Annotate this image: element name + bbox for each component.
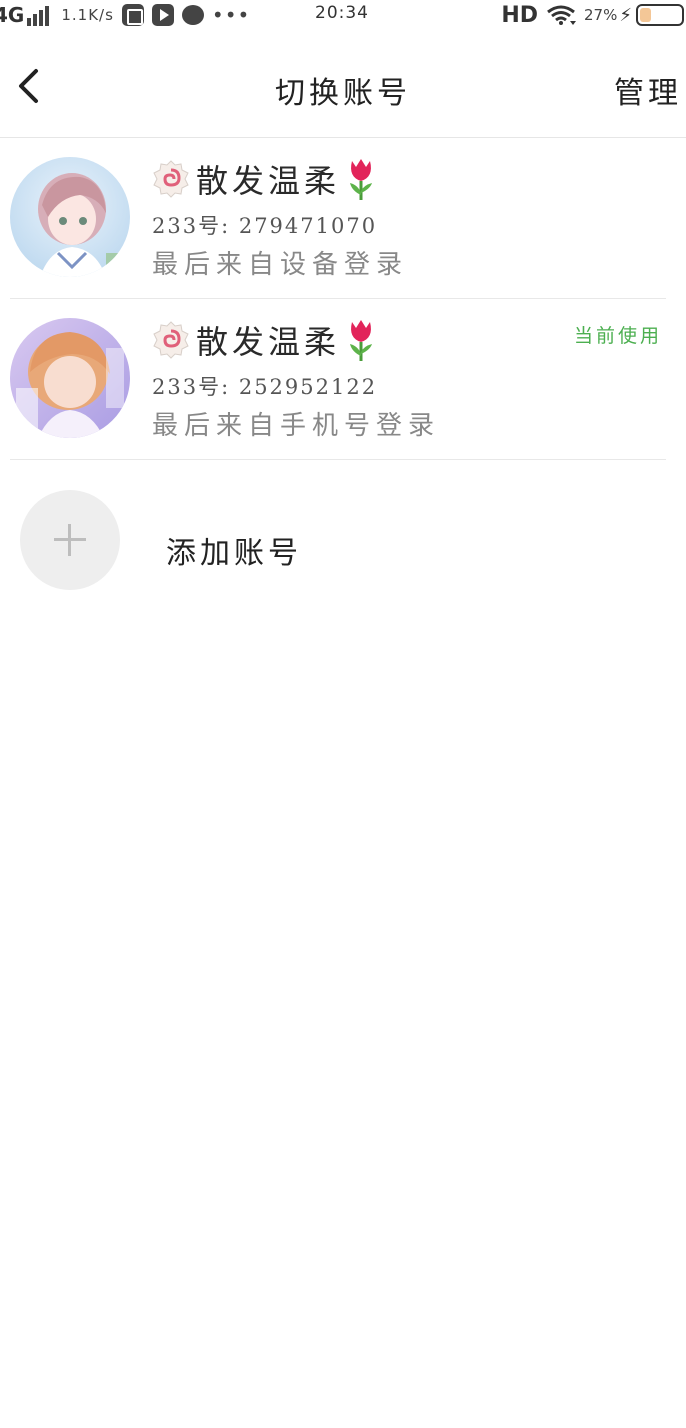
- account-name-text: 散发温柔: [196, 162, 341, 200]
- account-item[interactable]: 散发温柔 233号: 279471070 最后来自设备登录: [10, 138, 666, 299]
- wifi-icon: [547, 5, 577, 25]
- battery-level: [640, 8, 651, 22]
- plus-icon[interactable]: [20, 490, 120, 590]
- media-play-icon: [151, 4, 174, 26]
- battery-percent: 27%: [584, 6, 618, 24]
- tulip-icon: [350, 320, 373, 361]
- network-type: 4G: [0, 3, 25, 27]
- account-name: 散发温柔: [152, 317, 378, 363]
- login-method: 最后来自设备登录: [152, 250, 409, 280]
- status-left: 4G 1.1K/s •••: [0, 2, 250, 28]
- account-id: 233号: 279471070: [152, 214, 378, 238]
- fish-cake-icon: [153, 160, 189, 198]
- add-account-label: 添加账号: [166, 536, 302, 571]
- hd-indicator: HD: [501, 2, 539, 28]
- login-method: 最后来自手机号登录: [152, 411, 441, 441]
- account-name: 散发温柔: [152, 156, 378, 202]
- status-bar: 4G 1.1K/s ••• 20:34 HD 27% ⚡: [0, 0, 686, 30]
- clock: 20:34: [315, 3, 369, 23]
- page-title: 切换账号: [275, 76, 411, 111]
- chat-bubble-icon: [181, 5, 204, 25]
- avatar: [10, 318, 130, 438]
- manage-button[interactable]: 管理: [614, 68, 682, 112]
- add-account-button[interactable]: 添加账号: [10, 480, 666, 600]
- signal-icon: [27, 4, 51, 26]
- status-right: HD 27% ⚡: [501, 2, 686, 28]
- charging-bolt-icon: ⚡: [619, 4, 632, 26]
- fish-cake-icon: [153, 321, 189, 359]
- battery-icon: [636, 4, 684, 26]
- account-name-text: 散发温柔: [196, 323, 341, 361]
- account-item[interactable]: 散发温柔 当前使用 233号: 252952122 最后来自手机号登录: [10, 299, 666, 460]
- more-dots-icon: •••: [211, 3, 251, 27]
- tulip-icon: [350, 159, 373, 200]
- current-account-badge: 当前使用: [573, 325, 662, 347]
- network-speed: 1.1K/s: [61, 6, 114, 24]
- avatar: [10, 157, 130, 277]
- nav-bar: 切换账号 管理: [0, 30, 686, 138]
- account-id: 233号: 252952122: [152, 375, 378, 399]
- screenshot-icon: [121, 4, 144, 26]
